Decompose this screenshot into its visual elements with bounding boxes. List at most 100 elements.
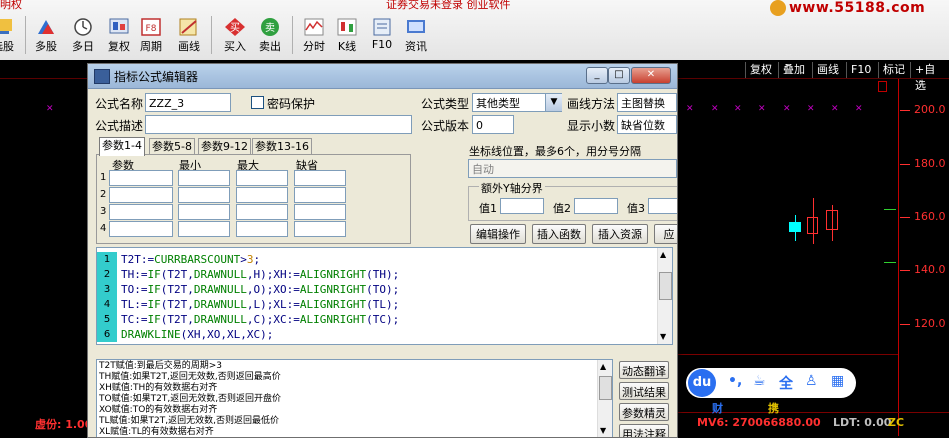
param-min-input[interactable] — [178, 204, 230, 220]
tab-params-9-12[interactable]: 参数9-12 — [198, 138, 251, 155]
toolbar-buy[interactable]: 买 买入 — [218, 14, 252, 58]
toolbar-news[interactable]: 资讯 — [399, 14, 433, 58]
tab-params-1-4[interactable]: 参数1-4 — [99, 137, 145, 156]
du-sub-label: 携 — [768, 402, 779, 415]
y-axis-label: 140.0 — [914, 263, 946, 276]
toolbar-kline[interactable]: K线 — [330, 14, 364, 58]
param-min-input[interactable] — [178, 187, 230, 203]
du-logo-icon[interactable]: du — [688, 369, 716, 397]
toolbar-sell[interactable]: 卖 卖出 — [253, 14, 287, 58]
extra-y-value-input[interactable] — [574, 198, 618, 214]
y-tick — [900, 324, 910, 325]
chart-btn-mark[interactable]: 标记 — [878, 62, 909, 78]
translation-scrollbar[interactable]: ▲ ▼ — [597, 360, 612, 437]
scroll-thumb[interactable] — [599, 376, 612, 400]
param-name-input[interactable] — [109, 204, 173, 220]
formula-name-input[interactable]: ZZZ_3 — [145, 93, 231, 112]
tab-params-5-8[interactable]: 参数5-8 — [149, 138, 195, 155]
chart-btn-draw[interactable]: 画线 — [812, 62, 843, 78]
period-icon: F8 — [141, 18, 161, 36]
scroll-up-icon[interactable]: ▲ — [660, 250, 666, 259]
password-label: 密码保护 — [267, 97, 316, 111]
extra-y-value-label: 值1 — [479, 202, 497, 215]
translation-line: TH赋值:如果T2T,返回无效数,否则返回最高价 — [99, 372, 281, 382]
formula-version-input[interactable]: 0 — [472, 115, 514, 134]
toolbar-multi-stock[interactable]: 多股 — [29, 14, 63, 58]
grid-menu-icon[interactable]: ▦ — [831, 373, 844, 389]
scroll-down-icon[interactable]: ▼ — [660, 332, 666, 341]
param-min-input[interactable] — [178, 170, 230, 186]
punctuation-icon[interactable]: •, — [728, 373, 742, 389]
svg-text:买: 买 — [230, 22, 240, 34]
user-icon[interactable]: ♙ — [805, 373, 818, 389]
chart-btn-overlay[interactable]: 叠加 — [778, 62, 809, 78]
toolbar-multi-day[interactable]: 多日 — [66, 14, 100, 58]
chart-btn-add-favorite[interactable]: +自选 — [910, 62, 949, 92]
insert-function-button[interactable]: 插入函数 — [532, 224, 586, 244]
param-default-input[interactable] — [294, 170, 346, 186]
chart-marker-x: ✕ — [758, 104, 766, 114]
toolbar-restore-rights[interactable]: 复权 — [102, 14, 136, 58]
chart-btn-f10[interactable]: F10 — [846, 62, 875, 78]
param-default-input[interactable] — [294, 221, 346, 237]
close-button[interactable]: ✕ — [631, 67, 671, 84]
cup-icon[interactable]: ☕ — [753, 373, 766, 389]
maximize-button[interactable]: □ — [608, 67, 630, 84]
toolbar-draw-line[interactable]: 画线 — [172, 14, 206, 58]
param-name-input[interactable] — [109, 187, 173, 203]
password-checkbox[interactable] — [251, 96, 264, 109]
chevron-down-icon[interactable]: ▼ — [545, 94, 562, 111]
extra-y-label: 额外Y轴分界 — [479, 180, 545, 196]
extra-y-value-input[interactable] — [648, 198, 677, 214]
dialog-titlebar[interactable]: 指标公式编辑器 _ □ ✕ — [88, 64, 677, 89]
coord-line-input[interactable]: 自动 — [468, 159, 677, 178]
formula-desc-input[interactable] — [145, 115, 412, 134]
fullwidth-icon[interactable]: 全 — [779, 373, 793, 393]
logo-text: www.55188.com — [789, 0, 926, 16]
edit-operations-button[interactable]: 编辑操作 — [470, 224, 526, 244]
toolbar-period[interactable]: F8 周期 — [134, 14, 168, 58]
extra-y-value-input[interactable] — [500, 198, 544, 214]
param-max-input[interactable] — [236, 170, 288, 186]
chart-corner-box — [878, 81, 887, 92]
draw-method-select[interactable]: 主图替换 — [617, 93, 677, 112]
draw-method-label: 画线方法 — [567, 97, 616, 111]
editor-scrollbar[interactable]: ▲ ▼ — [657, 248, 672, 344]
param-max-input[interactable] — [236, 221, 288, 237]
test-result-button[interactable]: 测试结果 — [619, 382, 669, 400]
chart-btn-restore[interactable]: 复权 — [745, 62, 776, 78]
toolbar-f10[interactable]: F10 — [365, 14, 399, 58]
insert-resource-button[interactable]: 插入资源 — [592, 224, 648, 244]
formula-translation-output[interactable]: T2T赋值:到最后交易的周期>3 TH赋值:如果T2T,返回无效数,否则返回最高… — [96, 359, 613, 437]
param-max-input[interactable] — [236, 187, 288, 203]
toolbar-separator — [25, 16, 26, 54]
param-wizard-button[interactable]: 参数精灵 — [619, 403, 669, 421]
param-default-input[interactable] — [294, 204, 346, 220]
formula-editor-dialog: 指标公式编辑器 _ □ ✕ 公式名称 ZZZ_3 密码保护 公式类型 其他类型 … — [87, 63, 678, 438]
toolbar-select-stock[interactable]: 选股 — [0, 14, 20, 58]
main-toolbar: 明权 证券交易未登录 创业软件 www.55188.com 选股 多股 多日 复… — [0, 0, 949, 61]
minimize-button[interactable]: _ — [586, 67, 608, 84]
param-max-input[interactable] — [236, 204, 288, 220]
toolbar-intraday[interactable]: 分时 — [297, 14, 331, 58]
status-zc: ZC — [888, 416, 905, 429]
scroll-up-icon[interactable]: ▲ — [600, 362, 606, 371]
select-stock-icon — [0, 19, 12, 34]
param-min-input[interactable] — [178, 221, 230, 237]
baidu-input-toolbar[interactable]: du •, ☕ 全 ♙ ▦ — [686, 368, 856, 398]
param-name-input[interactable] — [109, 221, 173, 237]
dynamic-translate-button[interactable]: 动态翻译 — [619, 361, 669, 379]
chart-marker-x: ✕ — [831, 104, 839, 114]
decimal-select[interactable]: 缺省位数 — [617, 115, 677, 134]
apply-button[interactable]: 应 — [654, 224, 677, 244]
scroll-down-icon[interactable]: ▼ — [600, 426, 606, 435]
param-default-input[interactable] — [294, 187, 346, 203]
param-name-input[interactable] — [109, 170, 173, 186]
formula-name-label: 公式名称 — [95, 97, 144, 111]
tab-params-13-16[interactable]: 参数13-16 — [252, 138, 312, 155]
scroll-thumb[interactable] — [659, 272, 672, 300]
kline-icon — [337, 18, 357, 36]
chart-marker-x: ✕ — [783, 104, 791, 114]
formula-code-editor[interactable]: 1 2 3 4 5 6 T2T:=CURRBARSCOUNT>3; TH:=IF… — [96, 247, 673, 345]
y-axis-line — [898, 78, 899, 436]
